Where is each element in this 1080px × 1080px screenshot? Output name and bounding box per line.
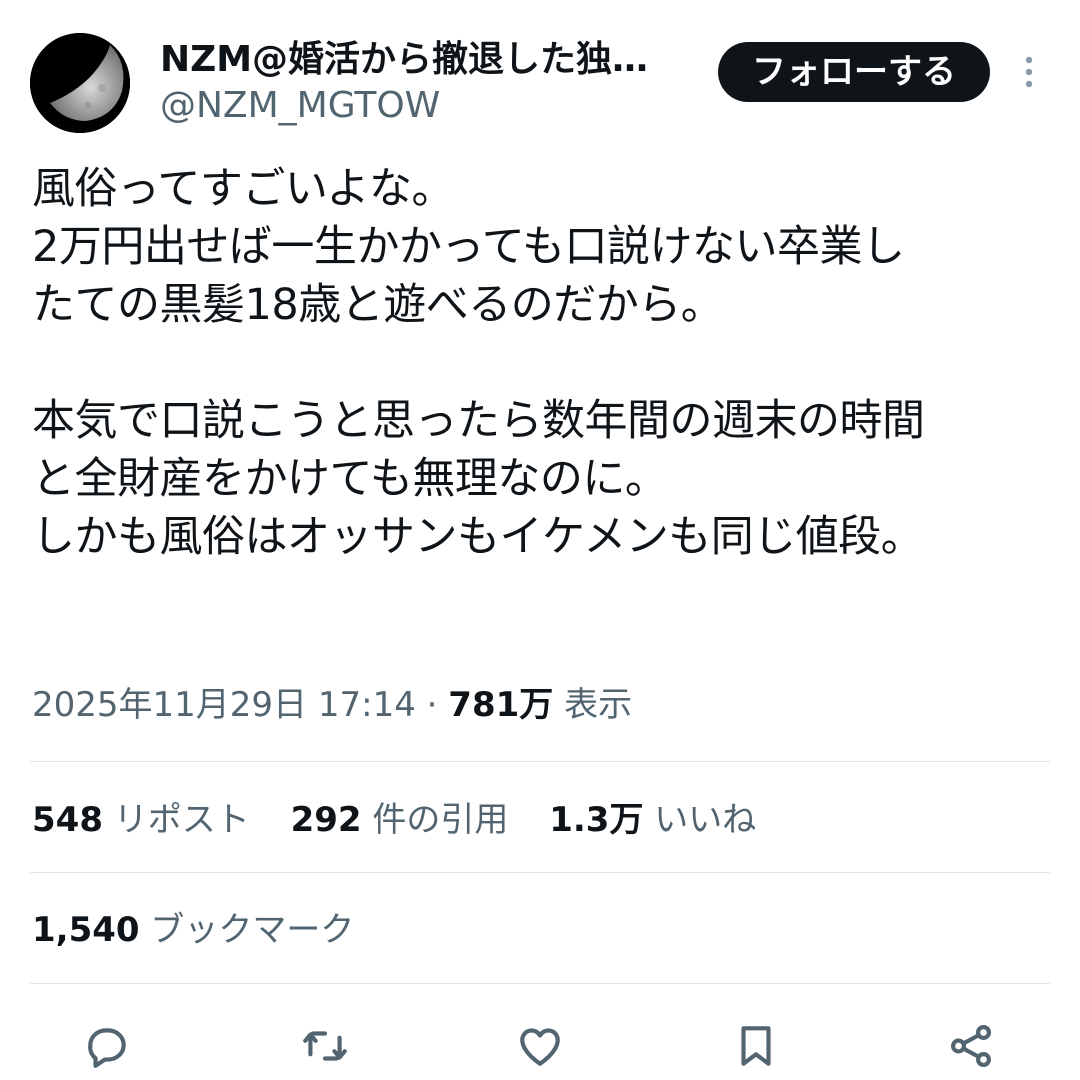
- reposts-count: 548: [32, 800, 103, 840]
- likes-label: いいね: [654, 800, 757, 840]
- bookmarks-stat[interactable]: 1,540 ブックマーク: [32, 907, 354, 953]
- timestamp[interactable]: 2025年11月29日 17:14: [32, 685, 416, 725]
- quotes-label: 件の引用: [372, 800, 509, 840]
- tweet-line: と全財産をかけても無理なのに。: [32, 454, 668, 504]
- user-handle[interactable]: @NZM_MGTOW: [160, 82, 440, 130]
- meta-separator: ·: [415, 685, 449, 725]
- reply-icon: [88, 1028, 126, 1068]
- bookmarks-count: 1,540: [32, 910, 140, 950]
- engagement-stats: 548 リポスト 292 件の引用 1.3万 いいね: [32, 797, 786, 843]
- reply-button[interactable]: [79, 1018, 135, 1074]
- tweet-line: たての黒髪18歳と遊べるのだから。: [32, 280, 724, 330]
- divider: [30, 983, 1050, 984]
- reposts-label: リポスト: [113, 800, 250, 840]
- tweet-line: 2万円出せば一生かかっても口説けない卒業し: [32, 222, 905, 272]
- tweet-meta: 2025年11月29日 17:14 · 781万 表示: [32, 682, 632, 728]
- views-count: 781万: [448, 685, 554, 725]
- views-label: 表示: [553, 685, 633, 725]
- avatar[interactable]: [30, 33, 130, 133]
- moon-avatar-image: [30, 33, 130, 133]
- likes-stat[interactable]: 1.3万 いいね: [549, 797, 756, 843]
- tweet-line: 風俗ってすごいよな。: [32, 164, 455, 214]
- share-button[interactable]: [943, 1018, 999, 1074]
- divider: [30, 761, 1050, 762]
- divider: [30, 872, 1050, 873]
- bookmarks-label: ブックマーク: [150, 910, 355, 950]
- repost-icon: [303, 1031, 347, 1061]
- likes-count: 1.3万: [549, 800, 644, 840]
- tweet-text: 風俗ってすごいよな。 2万円出せば一生かかっても口説けない卒業し たての黒髪18…: [32, 160, 1062, 566]
- share-icon: [951, 1024, 991, 1068]
- like-button[interactable]: [512, 1018, 568, 1074]
- display-name[interactable]: NZM@婚活から撤退した独…: [160, 36, 690, 84]
- more-vertical-icon[interactable]: [1014, 52, 1044, 92]
- quotes-stat[interactable]: 292 件の引用: [291, 797, 509, 843]
- bookmark-icon: [741, 1026, 771, 1066]
- heart-icon: [520, 1028, 560, 1066]
- tweet-line: [32, 334, 1062, 392]
- bookmark-button[interactable]: [728, 1018, 784, 1074]
- reposts-stat[interactable]: 548 リポスト: [32, 797, 250, 843]
- repost-button[interactable]: [297, 1018, 353, 1074]
- follow-button[interactable]: フォローする: [718, 42, 990, 102]
- tweet-line: しかも風俗はオッサンもイケメンも同じ値段。: [32, 512, 924, 562]
- tweet-line: 本気で口説こうと思ったら数年間の週末の時間: [32, 396, 925, 446]
- quotes-count: 292: [290, 800, 362, 840]
